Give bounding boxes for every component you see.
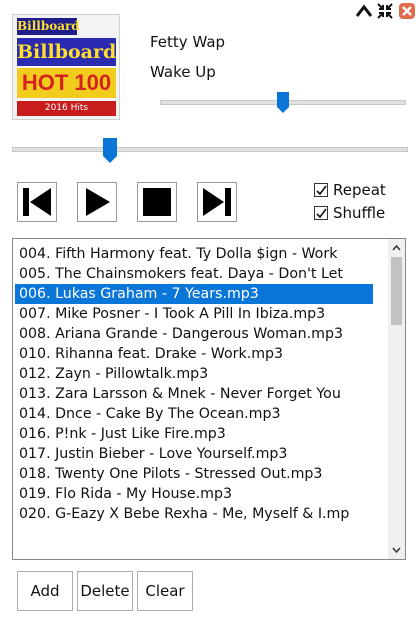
playlist-item[interactable]: 014. Dnce - Cake By The Ocean.mp3	[15, 404, 373, 424]
stop-button[interactable]	[137, 182, 177, 222]
chevron-up-icon	[356, 4, 372, 17]
close-icon	[402, 6, 412, 16]
repeat-checkbox[interactable]: Repeat	[314, 181, 386, 199]
scrollbar-thumb[interactable]	[391, 257, 402, 325]
playlist-item[interactable]: 004. Fifth Harmony feat. Ty Dolla $ign -…	[15, 244, 373, 264]
playlist-item[interactable]: 012. Zayn - Pillowtalk.mp3	[15, 364, 373, 384]
compact-mode-button[interactable]	[377, 3, 393, 19]
play-icon	[86, 188, 110, 216]
skip-previous-icon	[23, 188, 51, 216]
artist-label: Fetty Wap	[150, 33, 226, 51]
add-button[interactable]: Add	[17, 571, 73, 611]
playlist-item[interactable]: 016. P!nk - Just Like Fire.mp3	[15, 424, 373, 444]
album-art-line4: 2016 Hits	[17, 101, 116, 116]
scroll-up-button[interactable]	[388, 239, 405, 257]
playlist-scrollbar[interactable]	[388, 239, 405, 559]
seek-slider[interactable]	[12, 147, 408, 152]
delete-button[interactable]: Delete	[77, 571, 133, 611]
checkmark-icon	[315, 185, 327, 195]
playlist-item[interactable]: 019. Flo Rida - My House.mp3	[15, 484, 373, 504]
shrink-arrows-icon	[377, 3, 393, 19]
stop-icon	[143, 188, 171, 216]
close-button[interactable]	[399, 3, 415, 19]
song-title-label: Wake Up	[150, 63, 216, 81]
previous-button[interactable]	[17, 182, 57, 222]
playlist-item[interactable]: 005. The Chainsmokers feat. Daya - Don't…	[15, 264, 373, 284]
shuffle-checkbox-box[interactable]	[314, 206, 328, 220]
playlist-item[interactable]: 008. Ariana Grande - Dangerous Woman.mp3	[15, 324, 373, 344]
playlist-item[interactable]: 010. Rihanna feat. Drake - Work.mp3	[15, 344, 373, 364]
clear-button[interactable]: Clear	[137, 571, 193, 611]
chevron-up-icon	[392, 245, 401, 251]
checkmark-icon	[315, 208, 327, 218]
album-art-line2: Billboard	[17, 38, 116, 66]
album-art-line3: HOT 100	[17, 68, 116, 98]
repeat-checkbox-box[interactable]	[314, 183, 328, 197]
skip-next-icon	[203, 188, 231, 216]
shuffle-label: Shuffle	[333, 204, 386, 222]
playlist-item[interactable]: 020. G-Eazy X Bebe Rexha - Me, Myself & …	[15, 504, 373, 524]
playlist-item[interactable]: 013. Zara Larsson & Mnek - Never Forget …	[15, 384, 373, 404]
playlist-item[interactable]: 018. Twenty One Pilots - Stressed Out.mp…	[15, 464, 373, 484]
volume-slider-thumb[interactable]	[277, 92, 289, 114]
scroll-down-button[interactable]	[388, 541, 405, 559]
play-button[interactable]	[77, 182, 117, 222]
minimize-up-button[interactable]	[356, 3, 372, 19]
playlist-rows: 004. Fifth Harmony feat. Ty Dolla $ign -…	[15, 244, 373, 524]
shuffle-checkbox[interactable]: Shuffle	[314, 204, 385, 222]
playlist-item-selected[interactable]: 006. Lukas Graham - 7 Years.mp3	[15, 284, 373, 304]
chevron-down-icon	[392, 547, 401, 553]
playlist-item[interactable]: 007. Mike Posner - I Took A Pill In Ibiz…	[15, 304, 373, 324]
next-button[interactable]	[197, 182, 237, 222]
repeat-label: Repeat	[333, 181, 386, 199]
playlist-item[interactable]: 017. Justin Bieber - Love Yourself.mp3	[15, 444, 373, 464]
playlist[interactable]: 004. Fifth Harmony feat. Ty Dolla $ign -…	[12, 238, 406, 560]
album-art-line1: Billboard	[17, 18, 80, 35]
seek-slider-thumb[interactable]	[103, 138, 117, 164]
album-art: Billboard Billboard HOT 100 2016 Hits	[12, 14, 120, 120]
